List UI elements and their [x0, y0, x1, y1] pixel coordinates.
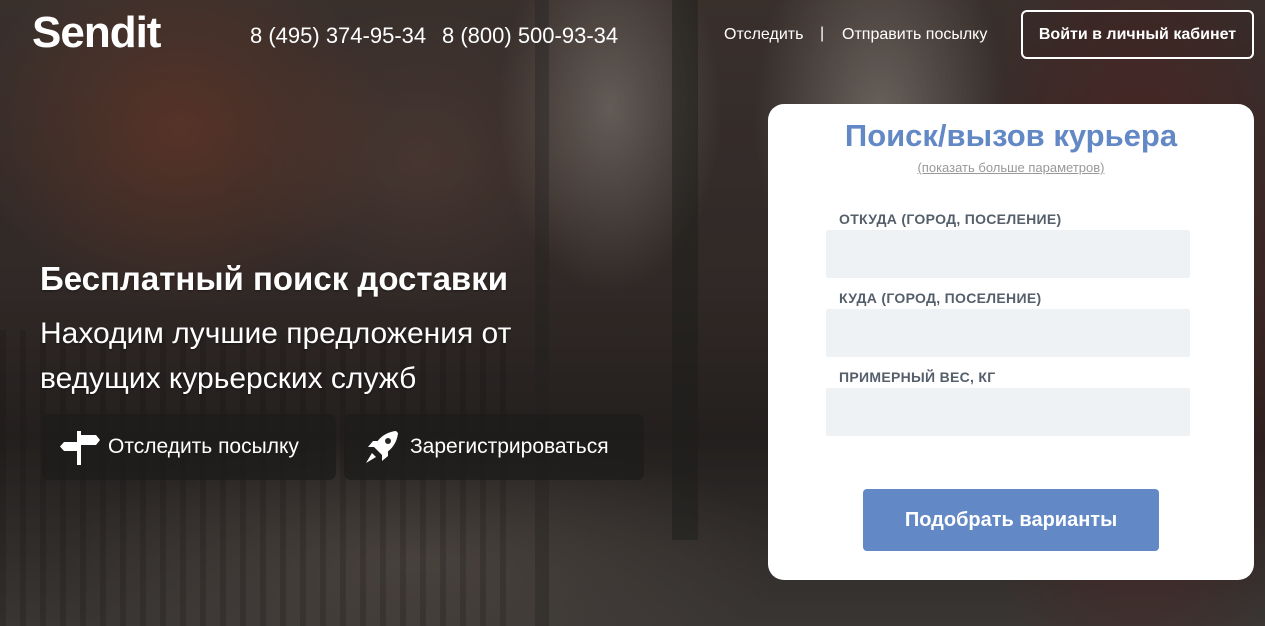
register-button[interactable]: Зарегистрироваться	[344, 414, 644, 480]
hero-subtitle: Находим лучшие предложения от ведущих ку…	[40, 317, 512, 395]
weight-field-label: ПРИМЕРНЫЙ ВЕС, КГ	[839, 369, 996, 385]
to-field-label: КУДА (ГОРОД, ПОСЕЛЕНИЕ)	[839, 290, 1042, 306]
form-title: Поиск/вызов курьера	[844, 118, 1178, 153]
register-label: Зарегистрироваться	[410, 435, 609, 458]
signpost-icon	[58, 425, 102, 469]
track-parcel-button[interactable]: Отследить посылку	[42, 414, 336, 480]
hero-title: Бесплатный поиск доставки	[40, 260, 509, 297]
phone-number-free[interactable]: 8 (800) 500-93-34	[442, 23, 618, 49]
nav-link-track[interactable]: Отследить	[724, 26, 803, 44]
rocket-icon	[360, 425, 404, 469]
nav-link-send-parcel[interactable]: Отправить посылку	[842, 26, 987, 44]
from-field-label: ОТКУДА (ГОРОД, ПОСЕЛЕНИЕ)	[839, 211, 1062, 227]
weight-input[interactable]	[826, 388, 1190, 436]
show-more-params-link[interactable]: (показать больше параметров)	[768, 160, 1254, 175]
nav-separator: |	[820, 25, 825, 42]
logo[interactable]: Sendit	[32, 8, 161, 58]
courier-search-form: Поиск/вызов курьера (показать больше пар…	[768, 104, 1254, 580]
from-city-input[interactable]	[826, 230, 1190, 278]
find-options-button[interactable]: Подобрать варианты	[863, 489, 1159, 551]
phone-number-moscow[interactable]: 8 (495) 374-95-34	[250, 23, 426, 49]
track-parcel-label: Отследить посылку	[108, 435, 299, 458]
to-city-input[interactable]	[826, 309, 1190, 357]
site-header: Sendit 8 (495) 374-95-34 8 (800) 500-93-…	[0, 0, 1265, 70]
login-button[interactable]: Войти в личный кабинет	[1021, 10, 1254, 59]
